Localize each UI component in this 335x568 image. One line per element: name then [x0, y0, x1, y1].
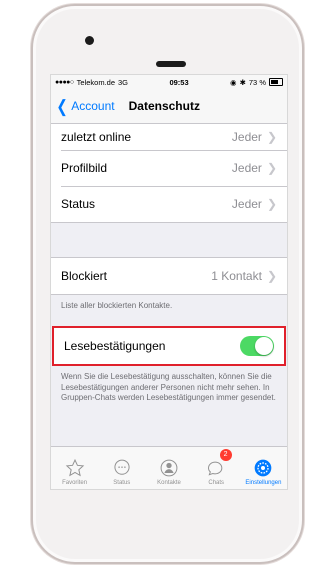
row-last-seen[interactable]: zuletzt online Jeder ❯ — [51, 124, 287, 150]
bluetooth-icon: ✱ — [239, 77, 246, 87]
tab-settings[interactable]: Einstellungen — [240, 447, 287, 489]
status-bar: ●●●●○ Telekom.de 3G 09:53 ◉ ✱ 73 % — [51, 75, 287, 89]
row-label: Status — [61, 197, 96, 211]
row-value: Jeder — [231, 161, 262, 175]
network-type: 3G — [118, 77, 129, 87]
tab-label: Einstellungen — [245, 480, 282, 486]
battery-percent: 73 % — [248, 77, 266, 87]
tab-favorites[interactable]: Favoriten — [51, 447, 98, 489]
tab-label: Kontakte — [157, 480, 181, 486]
tab-status[interactable]: Status — [98, 447, 145, 489]
row-label: Blockiert — [61, 269, 108, 283]
row-read-receipts: Lesebestätigungen — [54, 328, 284, 364]
read-receipts-toggle[interactable] — [240, 335, 274, 356]
star-icon — [65, 458, 84, 477]
page-title: Datenschutz — [128, 99, 200, 113]
row-value: 1 Kontakt — [211, 269, 262, 283]
chevron-right-icon: ❯ — [266, 269, 277, 283]
row-value: Jeder — [231, 130, 262, 144]
chevron-right-icon: ❯ — [266, 130, 277, 144]
chevron-right-icon: ❯ — [266, 197, 277, 211]
chevron-right-icon: ❯ — [266, 161, 277, 175]
gear-icon — [255, 459, 272, 477]
row-profile-photo[interactable]: Profilbild Jeder ❯ — [51, 150, 287, 186]
chats-icon — [208, 461, 223, 476]
phone-screen: ●●●●○ Telekom.de 3G 09:53 ◉ ✱ 73 % ❮ Acc… — [50, 74, 288, 490]
tab-label: Favoriten — [62, 480, 88, 486]
tab-chats[interactable]: 2 Chats — [193, 447, 240, 489]
clock: 09:53 — [169, 77, 189, 87]
person-icon — [160, 459, 178, 477]
tab-contacts[interactable]: Kontakte — [145, 447, 192, 489]
row-label: zuletzt online — [61, 130, 132, 144]
privacy-group: zuletzt online Jeder ❯ Profilbild Jeder ❯ … — [51, 124, 287, 223]
speech-bubble-icon — [114, 459, 130, 475]
blocked-group: Blockiert 1 Kontakt ❯ — [51, 257, 287, 295]
back-button-label: Account — [71, 99, 115, 113]
chevron-left-icon: ❮ — [56, 96, 68, 116]
read-receipts-group: Lesebestätigungen — [52, 325, 286, 366]
earpiece-speaker — [156, 61, 186, 67]
alarm-icon: ◉ — [230, 77, 237, 87]
row-value: Jeder — [231, 197, 262, 211]
carrier-name: Telekom.de — [76, 77, 115, 87]
front-camera — [85, 36, 94, 45]
row-status[interactable]: Status Jeder ❯ — [51, 186, 287, 222]
unread-badge: 2 — [219, 449, 232, 461]
read-receipts-footnote: Wenn Sie die Lesebestätigung ausschalten… — [61, 371, 276, 403]
navigation-bar: ❮ Account Datenschutz — [51, 89, 287, 124]
battery-icon — [269, 78, 283, 86]
blocked-footnote: Liste aller blockierten Kontakte. — [61, 301, 173, 310]
row-label: Profilbild — [61, 161, 108, 175]
row-label: Lesebestätigungen — [64, 338, 166, 353]
tab-bar: Favoriten Status Kontakte 2 Chats Einste… — [51, 446, 287, 489]
signal-strength-icon: ●●●●○ — [55, 78, 74, 86]
tab-label: Status — [113, 480, 131, 486]
row-blocked[interactable]: Blockiert 1 Kontakt ❯ — [51, 258, 287, 294]
back-button[interactable]: ❮ Account — [51, 96, 115, 116]
tab-label: Chats — [208, 480, 225, 486]
